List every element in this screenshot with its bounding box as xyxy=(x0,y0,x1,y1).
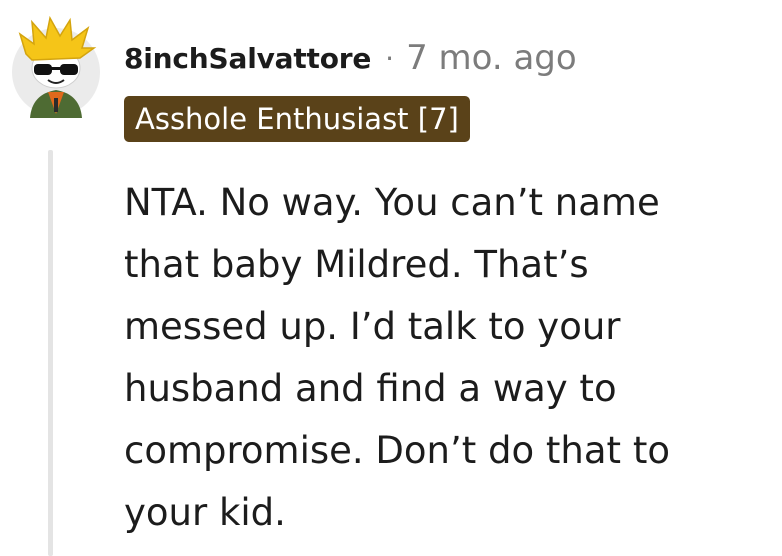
comment-line: that baby Mildred. That’s xyxy=(124,243,589,286)
comment-line: messed up. I’d talk to your xyxy=(124,305,621,348)
comment-line: husband and find a way to xyxy=(124,367,617,410)
username-link[interactable]: 8inchSalvattore xyxy=(124,42,371,75)
comment-line: your kid. xyxy=(124,491,286,534)
user-flair: Asshole Enthusiast [7] xyxy=(124,96,470,142)
meta-separator: · xyxy=(385,41,395,75)
comment-meta: 8inchSalvattore · 7 mo. ago xyxy=(124,38,577,78)
thread-line[interactable] xyxy=(48,150,53,556)
snoo-avatar-icon xyxy=(12,15,100,118)
comment-timestamp[interactable]: 7 mo. ago xyxy=(406,38,577,78)
comment-body: NTA. No way. You can’t name that baby Mi… xyxy=(124,172,774,544)
comment-line: NTA. No way. You can’t name xyxy=(124,181,660,224)
user-avatar[interactable] xyxy=(10,14,102,118)
comment-line: compromise. Don’t do that to xyxy=(124,429,670,472)
